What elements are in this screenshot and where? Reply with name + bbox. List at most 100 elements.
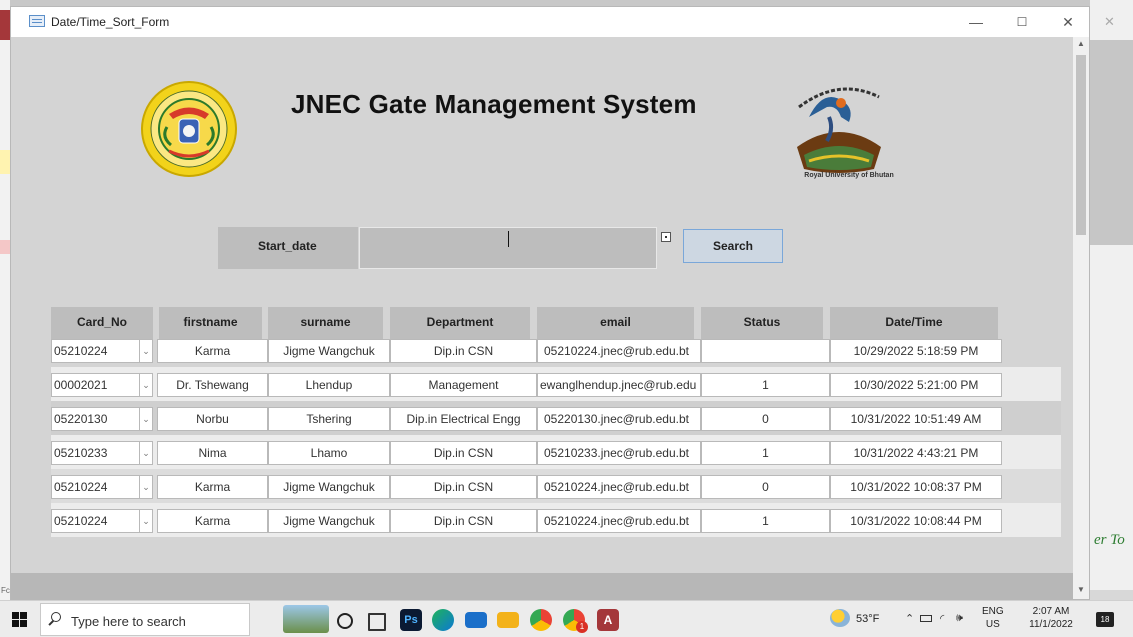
task-view-icon[interactable] [368,613,386,631]
datetime-cell[interactable]: 10/31/2022 10:51:49 AM [830,407,1002,431]
form-window: Date/Time_Sort_Form — ☐ ✕ JNEC Gate Mana… [10,6,1090,629]
edge-icon[interactable] [432,609,454,631]
taskbar-search-box[interactable]: Type here to search [40,603,250,636]
card-no-cell[interactable]: 05210224 [51,475,141,499]
title-bar[interactable]: Date/Time_Sort_Form — ☐ ✕ [11,7,1089,37]
tray-chevron-icon[interactable]: ⌃ [905,612,914,625]
photoshop-icon[interactable]: Ps [400,609,422,631]
access-icon[interactable]: A [597,609,619,631]
rub-logo [797,87,881,173]
volume-icon[interactable]: 🕪 [956,612,963,625]
background-text: er To [1094,532,1125,548]
cortana-icon[interactable] [337,613,353,629]
close-button[interactable]: ✕ [1045,9,1091,35]
chevron-down-icon[interactable]: ⌄ [139,373,153,397]
weather-temperature[interactable]: 53°F [856,613,879,625]
chevron-down-icon[interactable]: ⌄ [139,509,153,533]
chevron-down-icon[interactable]: ⌄ [139,475,153,499]
scroll-thumb[interactable] [1076,55,1086,235]
status-cell[interactable]: 1 [701,441,830,465]
search-button[interactable]: Search [683,229,783,263]
surname-cell[interactable]: Jigme Wangchuk [268,339,390,363]
vertical-scrollbar[interactable]: ▲ ▼ [1073,37,1089,599]
surname-cell[interactable]: Jigme Wangchuk [268,509,390,533]
table-row[interactable]: 05210224 ⌄ Karma Jigme Wangchuk Dip.in C… [51,333,1061,367]
firstname-cell[interactable]: Nima [157,441,268,465]
language-code: ENG [982,606,1004,617]
card-no-cell[interactable]: 00002021 [51,373,141,397]
status-cell[interactable]: 0 [701,407,830,431]
firstname-cell[interactable]: Dr. Tshewang [157,373,268,397]
battery-icon[interactable] [920,615,932,622]
surname-cell[interactable]: Tshering [268,407,390,431]
scroll-down-icon[interactable]: ▼ [1073,585,1089,597]
background-text: Fc [1,586,10,595]
department-cell[interactable]: Dip.in CSN [390,441,537,465]
datetime-cell[interactable]: 10/31/2022 4:43:21 PM [830,441,1002,465]
table-row[interactable]: 05210224 ⌄ Karma Jigme Wangchuk Dip.in C… [51,503,1061,537]
table-row[interactable]: 05220130 ⌄ Norbu Tshering Dip.in Electri… [51,401,1061,435]
clock[interactable]: 2:07 AM 11/1/2022 [1022,605,1080,631]
datetime-cell[interactable]: 10/30/2022 5:21:00 PM [830,373,1002,397]
surname-cell[interactable]: Jigme Wangchuk [268,475,390,499]
background-app-left: Fc [0,0,10,600]
email-cell[interactable]: ewanglhendup.jnec@rub.edu [537,373,701,397]
chevron-down-icon[interactable]: ⌄ [139,339,153,363]
status-cell[interactable]: 1 [701,373,830,397]
table-row[interactable]: 05210233 ⌄ Nima Lhamo Dip.in CSN 0521023… [51,435,1061,469]
card-no-cell[interactable]: 05210233 [51,441,141,465]
chevron-down-icon[interactable]: ⌄ [139,407,153,431]
chevron-down-icon[interactable]: ⌄ [139,441,153,465]
email-cell[interactable]: 05210224.jnec@rub.edu.bt [537,475,701,499]
status-cell[interactable]: 0 [701,475,830,499]
mail-icon[interactable] [465,612,487,628]
notification-center-icon[interactable]: 18 [1096,612,1114,627]
department-cell[interactable]: Dip.in CSN [390,509,537,533]
widgets-icon[interactable] [283,605,329,633]
firstname-cell[interactable]: Karma [157,475,268,499]
datetime-cell[interactable]: 10/29/2022 5:18:59 PM [830,339,1002,363]
firstname-cell[interactable]: Karma [157,339,268,363]
card-no-cell[interactable]: 05220130 [51,407,141,431]
search-icon [51,612,61,622]
taskbar: Type here to search Ps 1 A 53°F ⌃ ◜ 🕪 EN… [0,600,1133,637]
language-indicator[interactable]: ENG US [982,605,1004,631]
file-explorer-icon[interactable] [497,612,519,628]
network-icon[interactable]: ◜ [940,612,944,625]
calendar-icon[interactable] [661,232,671,242]
clock-time: 2:07 AM [1032,606,1070,617]
surname-cell[interactable]: Lhamo [268,441,390,465]
department-cell[interactable]: Management [390,373,537,397]
app-title: JNEC Gate Management System [291,89,697,119]
email-cell[interactable]: 05220130.jnec@rub.edu.bt [537,407,701,431]
department-cell[interactable]: Dip.in Electrical Engg [390,407,537,431]
taskbar-search-placeholder: Type here to search [71,614,186,629]
background-app-right: ✕ er To [1090,0,1133,600]
weather-icon[interactable] [830,609,850,627]
status-cell[interactable] [701,339,830,363]
windows-start-icon[interactable] [12,612,27,627]
scroll-up-icon[interactable]: ▲ [1073,39,1089,51]
surname-cell[interactable]: Lhendup [268,373,390,397]
table-row[interactable]: 00002021 ⌄ Dr. Tshewang Lhendup Manageme… [51,367,1061,401]
text-caret [508,231,509,247]
department-cell[interactable]: Dip.in CSN [390,339,537,363]
firstname-cell[interactable]: Karma [157,509,268,533]
background-accent [0,10,10,40]
firstname-cell[interactable]: Norbu [157,407,268,431]
start-date-label: Start_date [218,227,358,269]
email-cell[interactable]: 05210224.jnec@rub.edu.bt [537,339,701,363]
chrome-icon[interactable] [530,609,552,631]
email-cell[interactable]: 05210224.jnec@rub.edu.bt [537,509,701,533]
card-no-cell[interactable]: 05210224 [51,509,141,533]
card-no-cell[interactable]: 05210224 [51,339,141,363]
datetime-cell[interactable]: 10/31/2022 10:08:44 PM [830,509,1002,533]
maximize-button[interactable]: ☐ [999,9,1045,35]
form-body: JNEC Gate Management System Royal Univer… [11,37,1073,629]
table-row[interactable]: 05210224 ⌄ Karma Jigme Wangchuk Dip.in C… [51,469,1061,503]
email-cell[interactable]: 05210233.jnec@rub.edu.bt [537,441,701,465]
department-cell[interactable]: Dip.in CSN [390,475,537,499]
datetime-cell[interactable]: 10/31/2022 10:08:37 PM [830,475,1002,499]
minimize-button[interactable]: — [953,9,999,35]
status-cell[interactable]: 1 [701,509,830,533]
